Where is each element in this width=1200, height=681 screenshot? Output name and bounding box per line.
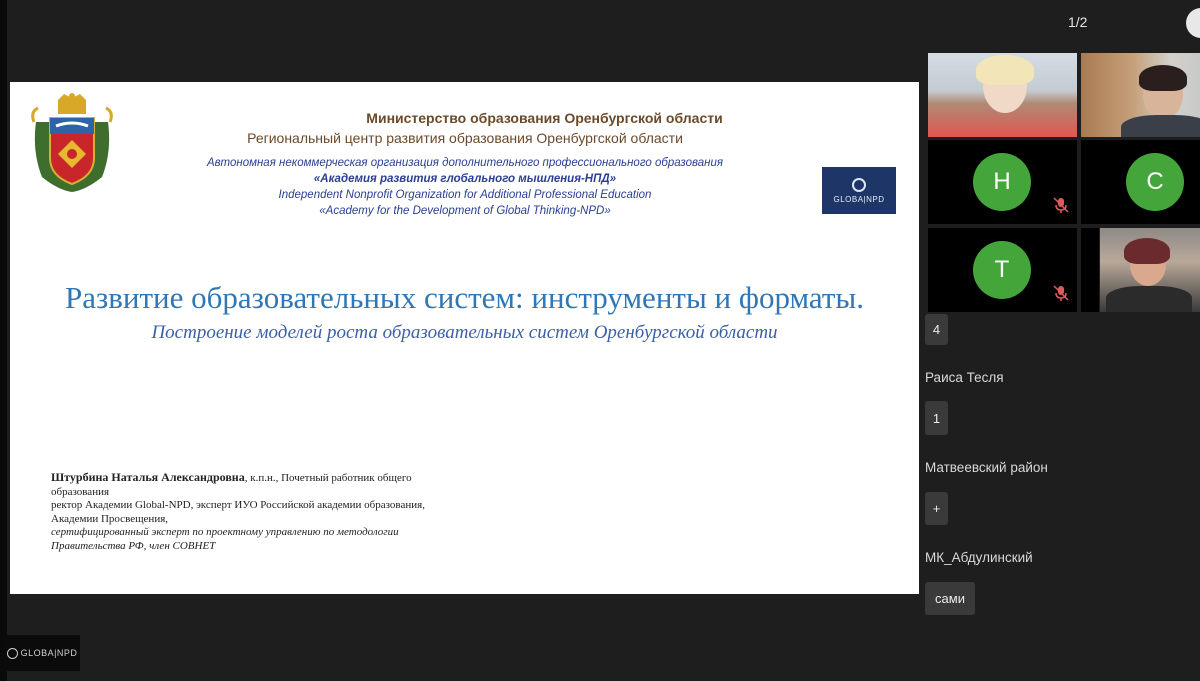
video-tile-blank [1081, 228, 1099, 312]
video-tile-1[interactable] [928, 53, 1077, 137]
participant-hair [976, 55, 1034, 85]
video-tile-3[interactable] [1100, 228, 1200, 312]
left-edge [0, 0, 7, 681]
video-tile-2[interactable] [1081, 53, 1200, 137]
org-line-3: Independent Nonprofit Organization for A… [278, 189, 652, 201]
bottom-logo: GLOBA|NPD [4, 635, 80, 671]
chat-message: сами [925, 582, 975, 615]
bio-line-6: Правительства РФ, член СОВНЕТ [51, 539, 216, 552]
speaker-name: Штурбина Наталья Александровна [51, 470, 245, 484]
page-indicator: 1/2 [1068, 14, 1088, 30]
participant-body [1121, 115, 1200, 137]
video-tile-c[interactable]: С [1081, 140, 1200, 224]
ministry-heading: Министерство образования Оренбургской об… [366, 110, 723, 126]
logo-text: GLOBA|NPD [833, 194, 885, 204]
participant-hair [1124, 238, 1170, 264]
bio-line-3: ректор Академии Global-NPD, эксперт ИУО … [51, 499, 425, 511]
avatar: Н [973, 153, 1031, 211]
chat-sender: Раиса Тесля [925, 370, 1004, 385]
bio-line-5: сертифицированный эксперт по проектному … [51, 526, 399, 538]
chat-message: + [925, 492, 948, 525]
bio-line-1: , к.п.н., Почетный работник общего [244, 472, 412, 484]
presentation-slide: Министерство образования Оренбургской об… [10, 82, 919, 594]
video-tile-n[interactable]: Н [928, 140, 1077, 224]
video-tile-t[interactable]: Т [928, 228, 1077, 312]
chat-sender: Матвеевский район [925, 460, 1048, 475]
bio-line-4: Академии Просвещения, [51, 512, 169, 525]
center-heading: Региональный центр развития образования … [247, 130, 683, 146]
slide-subtitle: Построение моделей роста образовательных… [151, 322, 778, 343]
globe-icon [6, 647, 18, 659]
avatar: Т [973, 241, 1031, 299]
chat-message: 1 [925, 401, 948, 435]
participant-hair [1139, 65, 1187, 91]
globe-icon [852, 177, 866, 192]
video-conference-app: 1/2 Министерство образования Оренбургско… [0, 0, 1200, 681]
bio-line-2: образования [51, 485, 110, 498]
corner-button[interactable] [1186, 8, 1200, 38]
org-line-4: «Academy for the Development of Global T… [319, 205, 611, 217]
chat-sender: МК_Абдулинский [925, 550, 1033, 565]
bottom-logo-text: GLOBA|NPD [20, 648, 78, 658]
chat-message: 4 [925, 314, 948, 345]
org-line-2: «Академия развития глобального мышления-… [313, 173, 617, 185]
mic-muted-icon [1053, 197, 1069, 213]
mic-muted-icon [1053, 285, 1069, 301]
slide-title: Развитие образовательных систем: инструм… [65, 280, 864, 315]
avatar: С [1126, 153, 1184, 211]
global-npd-logo: GLOBA|NPD [822, 167, 896, 214]
slide-header: Министерство образования Оренбургской об… [90, 82, 840, 232]
participant-body [1106, 286, 1192, 312]
speaker-bio: Штурбина Наталья Александровна, к.п.н., … [51, 470, 491, 553]
org-line-1: Автономная некоммерческая организация до… [206, 157, 723, 169]
